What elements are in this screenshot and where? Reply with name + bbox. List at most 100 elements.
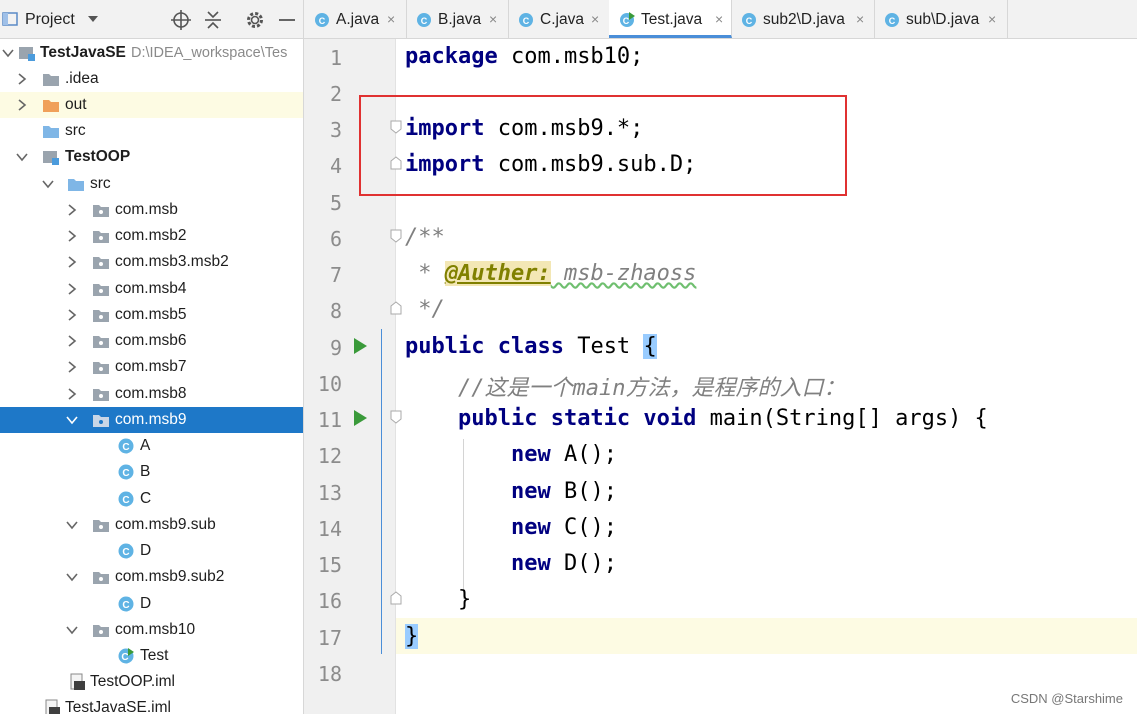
chevron-right-icon[interactable] <box>66 203 78 217</box>
line-number: 16 <box>317 589 342 613</box>
tree-item-file[interactable]: TestOOP.iml <box>0 669 303 695</box>
project-view-icon[interactable] <box>2 11 18 27</box>
tree-item-package[interactable]: com.msb <box>0 197 303 223</box>
chevron-right-icon[interactable] <box>66 229 78 243</box>
minimize-icon[interactable] <box>276 9 298 31</box>
chevron-right-icon[interactable] <box>66 282 78 296</box>
close-icon[interactable]: × <box>591 11 599 27</box>
code-text: main(String[] args) { <box>696 406 988 431</box>
close-icon[interactable]: × <box>489 11 497 27</box>
java-class-icon: C <box>118 543 134 559</box>
chevron-right-icon[interactable] <box>66 334 78 348</box>
keyword: new <box>510 442 551 467</box>
close-icon[interactable]: × <box>988 11 996 27</box>
tree-item-class[interactable]: C A <box>0 433 303 459</box>
tree-item-package[interactable]: com.msb9.sub2 <box>0 564 303 590</box>
tab-label: C.java <box>540 11 584 28</box>
svg-text:C: C <box>122 495 129 506</box>
source-folder-icon <box>68 179 84 191</box>
code-line-6: /** <box>405 225 445 250</box>
tree-item-package[interactable]: com.msb7 <box>0 354 303 380</box>
close-icon[interactable]: × <box>856 11 864 27</box>
tree-item-label: com.msb <box>115 201 178 218</box>
chevron-down-icon[interactable] <box>66 570 78 584</box>
package-icon <box>93 257 109 269</box>
tab-b-java[interactable]: C B.java × <box>406 0 509 38</box>
fold-icon[interactable] <box>390 591 402 605</box>
tree-item-file[interactable]: TestJavaSE.iml <box>0 695 303 714</box>
tab-sub-d-java[interactable]: C sub\D.java × <box>874 0 1008 38</box>
tree-item-idea[interactable]: .idea <box>0 66 303 92</box>
line-number: 13 <box>317 481 342 505</box>
chevron-down-icon[interactable] <box>66 623 78 637</box>
tree-item-project-root[interactable]: TestJavaSE D:\IDEA_workspace\Tes <box>0 40 303 66</box>
tree-item-label: D <box>140 542 152 559</box>
chevron-right-icon[interactable] <box>16 72 28 86</box>
tree-item-testoop[interactable]: TestOOP <box>0 144 303 170</box>
fold-icon[interactable] <box>390 301 402 315</box>
tree-item-package[interactable]: com.msb10 <box>0 617 303 643</box>
chevron-right-icon[interactable] <box>16 98 28 112</box>
tree-item-testoop-src[interactable]: src <box>0 171 303 197</box>
chevron-down-icon[interactable] <box>86 12 100 26</box>
package-icon <box>93 231 109 243</box>
tree-item-package[interactable]: com.msb5 <box>0 302 303 328</box>
line-number: 12 <box>317 444 342 468</box>
tree-item-class[interactable]: C C <box>0 486 303 512</box>
tab-label: A.java <box>336 11 380 28</box>
chevron-down-icon[interactable] <box>16 150 28 164</box>
tree-item-class[interactable]: C B <box>0 459 303 485</box>
svg-text:C: C <box>623 16 630 26</box>
chevron-down-icon[interactable] <box>66 413 78 427</box>
tree-item-package[interactable]: com.msb2 <box>0 223 303 249</box>
tree-item-package[interactable]: com.msb4 <box>0 276 303 302</box>
fold-icon[interactable] <box>390 410 402 424</box>
locate-icon[interactable] <box>170 9 192 31</box>
line-number: 17 <box>317 626 342 650</box>
tree-item-class[interactable]: C D <box>0 591 303 617</box>
project-path: D:\IDEA_workspace\Tes <box>131 45 288 61</box>
code-editor[interactable]: 1 2 3 4 5 6 7 8 9 10 11 12 13 14 15 16 1… <box>304 39 1137 714</box>
tree-item-class[interactable]: C D <box>0 538 303 564</box>
chevron-right-icon[interactable] <box>66 308 78 322</box>
close-icon[interactable]: × <box>715 11 723 27</box>
tree-item-package-selected[interactable]: com.msb9 <box>0 407 303 433</box>
tree-item-label: TestOOP.iml <box>90 673 175 690</box>
tab-label: sub\D.java <box>906 11 980 28</box>
java-class-icon: C <box>519 13 533 27</box>
run-icon[interactable] <box>354 338 367 354</box>
tree-item-src[interactable]: src <box>0 118 303 144</box>
tree-item-package[interactable]: com.msb3.msb2 <box>0 249 303 275</box>
module-icon <box>43 151 59 165</box>
tab-a-java[interactable]: C A.java × <box>304 0 407 38</box>
chevron-down-icon[interactable] <box>42 177 54 191</box>
chevron-down-icon[interactable] <box>66 518 78 532</box>
tab-sub2-d-java[interactable]: C sub2\D.java × <box>731 0 875 38</box>
collapse-all-icon[interactable] <box>202 9 224 31</box>
svg-text:C: C <box>122 442 129 453</box>
tab-test-java[interactable]: C Test.java × <box>609 0 732 38</box>
package-icon <box>93 415 109 427</box>
tab-c-java[interactable]: C C.java × <box>508 0 610 38</box>
tree-item-class[interactable]: C Test <box>0 643 303 669</box>
run-icon[interactable] <box>354 410 367 426</box>
editor-tab-bar: C A.java × C B.java × C C.java × C Test.… <box>304 0 1137 39</box>
tree-item-package[interactable]: com.msb6 <box>0 328 303 354</box>
project-title[interactable]: Project <box>25 11 75 29</box>
tree-item-package[interactable]: com.msb8 <box>0 381 303 407</box>
keyword: new <box>510 479 551 504</box>
line-number: 7 <box>329 263 342 287</box>
code-line-16: } <box>405 587 472 612</box>
fold-icon[interactable] <box>390 229 402 243</box>
java-class-icon: C <box>315 13 329 27</box>
gear-icon[interactable] <box>244 9 266 31</box>
close-icon[interactable]: × <box>387 11 395 27</box>
chevron-down-icon[interactable] <box>2 46 14 60</box>
chevron-right-icon[interactable] <box>66 255 78 269</box>
chevron-right-icon[interactable] <box>66 360 78 374</box>
chevron-right-icon[interactable] <box>66 387 78 401</box>
tree-item-package[interactable]: com.msb9.sub <box>0 512 303 538</box>
tree-item-out[interactable]: out <box>0 92 303 118</box>
